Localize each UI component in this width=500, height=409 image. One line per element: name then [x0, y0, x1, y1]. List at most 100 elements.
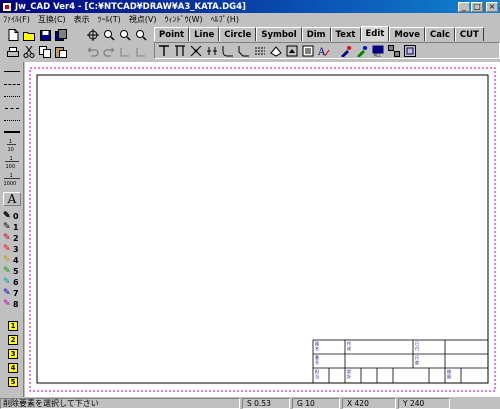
corner-icon[interactable] [189, 44, 203, 58]
layer-1[interactable]: 1 [3, 320, 23, 332]
tab-text[interactable]: Text [330, 27, 361, 41]
paste-icon[interactable] [54, 45, 68, 59]
tab-edit[interactable]: Edit [360, 26, 390, 41]
tab-calc[interactable]: Calc [424, 27, 455, 41]
menu-file[interactable]: ﾌｧｲﾙ(F) [3, 14, 30, 25]
undo-icon[interactable] [86, 45, 100, 59]
svg-text:1: 1 [10, 156, 13, 162]
zoom-all-icon[interactable] [86, 28, 100, 42]
pen-3[interactable]: ✎ 3 [3, 244, 23, 254]
drawing-canvas[interactable]: 図 名 作 成 日 付 番 号 尺 度 担 当 設 計 検 図 [25, 62, 500, 397]
tab-line[interactable]: Line [189, 27, 220, 41]
status-message: 削除要素を選択して下さい [0, 397, 240, 409]
status-x: X 420 [342, 397, 396, 409]
tab-cut[interactable]: CUT [454, 27, 484, 41]
pen-4[interactable]: ✎ 4 [3, 255, 23, 265]
zoom-in-icon[interactable] [102, 28, 116, 42]
line-type-fine-dotted[interactable] [3, 116, 21, 124]
chamfer-icon[interactable] [237, 44, 251, 58]
scale-1-100-icon[interactable]: 1 100 [3, 155, 21, 169]
title-bar: Jw_CAD Ver4 - [C:¥NTCAD¥DRAW¥A3_KATA.DG4… [0, 0, 500, 13]
close-button[interactable]: × [486, 1, 498, 12]
minimize-button[interactable]: _ [458, 1, 470, 12]
tab-dim[interactable]: Dim [301, 27, 331, 41]
layer-2[interactable]: 2 [3, 334, 23, 346]
break-icon[interactable] [205, 44, 219, 58]
pen-7-icon: ✎ [3, 288, 11, 298]
erase-box-icon[interactable] [301, 44, 315, 58]
pen-0[interactable]: ✎ 0 [3, 211, 23, 221]
app-icon[interactable] [2, 1, 12, 12]
open-folder-icon[interactable] [22, 28, 36, 42]
menu-window[interactable]: ｳｨﾝﾄﾞｳ(W) [165, 14, 203, 25]
svg-text:1000: 1000 [4, 181, 17, 186]
menu-viewpoint[interactable]: 視点(V) [129, 14, 157, 25]
line-type-dotted[interactable] [3, 92, 21, 100]
layer-3[interactable]: 3 [3, 348, 23, 360]
layer-5[interactable]: 5 [3, 376, 23, 388]
line-type-dashed[interactable] [3, 80, 21, 88]
scale-1-1000-icon[interactable]: 1 1000 [3, 172, 21, 186]
status-y: Y 240 [398, 397, 450, 409]
tb-label-3: 成 [347, 345, 351, 351]
cut-icon[interactable] [22, 45, 36, 59]
save-as-icon[interactable] [54, 28, 68, 42]
window-title: Jw_CAD Ver4 - [C:¥NTCAD¥DRAW¥A3_KATA.DG4… [15, 1, 246, 12]
svg-text:1: 1 [10, 173, 13, 179]
pen-1-icon: ✎ [3, 222, 11, 232]
svg-text:10: 10 [8, 147, 14, 152]
maximize-button[interactable]: □ [471, 1, 483, 12]
copy-icon[interactable] [38, 45, 52, 59]
tb-label-7: 号 [315, 359, 319, 365]
layer-4[interactable]: 4 [3, 362, 23, 374]
redo-icon[interactable] [102, 45, 116, 59]
ungroup-icon[interactable] [403, 44, 417, 58]
menu-view[interactable]: 表示 [74, 14, 90, 25]
pen-6[interactable]: ✎ 6 [3, 277, 23, 287]
line-type-thick[interactable] [3, 128, 21, 136]
tab-circle[interactable]: Circle [219, 27, 257, 41]
zoom-window-icon[interactable] [134, 28, 148, 42]
text-edit-icon[interactable]: A [317, 44, 331, 58]
select-all-icon[interactable]: ALL [371, 44, 385, 58]
title-block [312, 339, 489, 384]
offset-icon[interactable] [253, 44, 267, 58]
group-icon[interactable] [387, 44, 401, 58]
status-scale: S 0.53 [242, 397, 290, 409]
refresh-icon[interactable] [134, 45, 148, 59]
extend-icon[interactable] [173, 44, 187, 58]
status-bar: 削除要素を選択して下さい S 0.53 G 10 X 420 Y 240 [0, 397, 500, 409]
erase-icon[interactable] [269, 44, 283, 58]
erase-window-icon[interactable] [285, 44, 299, 58]
text-tool-button[interactable]: A [3, 192, 21, 206]
property-change-icon[interactable] [339, 44, 353, 58]
menu-compat[interactable]: 互換(C) [38, 14, 66, 25]
zoom-out-icon[interactable] [118, 28, 132, 42]
print-icon[interactable] [6, 45, 20, 59]
tab-move[interactable]: Move [389, 27, 425, 41]
pen-2[interactable]: ✎ 2 [3, 233, 23, 243]
scale-1-10-icon[interactable]: 1 10 [3, 138, 21, 152]
tb-label-5: 付 [415, 345, 419, 351]
line-type-solid[interactable] [3, 67, 21, 75]
redraw-icon[interactable] [118, 45, 132, 59]
layer-change-icon[interactable] [355, 44, 369, 58]
edit-command-strip: A ALL [154, 42, 500, 59]
pen-1[interactable]: ✎ 1 [3, 222, 23, 232]
tab-point[interactable]: Point [154, 27, 190, 41]
menu-help[interactable]: ﾍﾙﾌﾟ(H) [211, 14, 239, 25]
menu-tools[interactable]: ﾂｰﾙ(T) [98, 14, 121, 25]
pen-6-icon: ✎ [3, 277, 11, 287]
pen-5[interactable]: ✎ 5 [3, 266, 23, 276]
new-file-icon[interactable] [6, 28, 20, 42]
tb-label-11: 当 [315, 373, 319, 379]
tab-symbol[interactable]: Symbol [256, 27, 302, 41]
pen-7[interactable]: ✎ 7 [3, 288, 23, 298]
status-grid: G 10 [292, 397, 340, 409]
tb-label-13: 計 [347, 373, 351, 379]
pen-8[interactable]: ✎ 8 [3, 299, 23, 309]
fillet-icon[interactable] [221, 44, 235, 58]
line-type-dash-dot[interactable] [3, 104, 21, 112]
save-icon[interactable] [38, 28, 52, 42]
trim-icon[interactable] [157, 44, 171, 58]
